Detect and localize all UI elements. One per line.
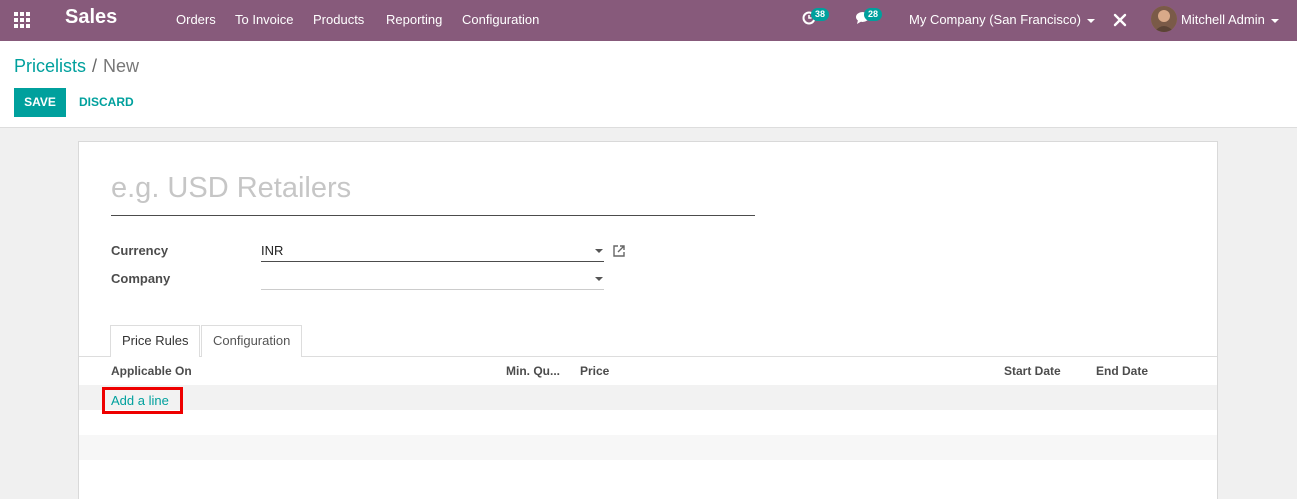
chevron-down-icon	[1086, 18, 1095, 23]
chevron-down-icon	[1270, 18, 1279, 23]
column-start-date[interactable]: Start Date	[1004, 364, 1061, 378]
add-line-highlight: Add a line	[102, 387, 183, 414]
add-a-line-link[interactable]: Add a line	[111, 393, 169, 408]
table-row	[79, 385, 1217, 410]
currency-label: Currency	[111, 243, 169, 258]
column-end-date[interactable]: End Date	[1096, 364, 1148, 378]
activity-button[interactable]: 38	[802, 8, 830, 28]
company-label: Company	[111, 271, 171, 286]
avatar	[1151, 6, 1177, 32]
name-placeholder: e.g. USD Retailers	[111, 172, 352, 204]
app-title[interactable]: Sales	[65, 6, 117, 29]
tab-price-rules[interactable]: Price Rules	[110, 325, 201, 358]
activity-badge: 38	[811, 8, 830, 21]
currency-field[interactable]: INR	[261, 240, 604, 262]
menu-reporting[interactable]: Reporting	[386, 12, 442, 27]
chevron-down-icon[interactable]	[595, 249, 603, 253]
debug-tools-icon[interactable]	[1112, 12, 1128, 28]
control-panel: Pricelists / New SAVE DISCARD	[0, 41, 1297, 128]
notebook-tabs: Price Rules Configuration	[79, 325, 1217, 358]
chevron-down-icon[interactable]	[595, 277, 603, 281]
user-name: Mitchell Admin	[1181, 12, 1279, 27]
apps-grid-icon[interactable]	[14, 12, 32, 28]
messages-badge: 28	[864, 8, 883, 21]
tab-configuration[interactable]: Configuration	[201, 325, 303, 357]
breadcrumb-current: New	[103, 56, 140, 76]
menu-orders[interactable]: Orders	[176, 12, 216, 27]
company-field[interactable]	[261, 268, 604, 290]
table-row	[79, 435, 1217, 460]
menu-to-invoice[interactable]: To Invoice	[235, 12, 294, 27]
discard-button[interactable]: DISCARD	[79, 88, 134, 117]
external-link-icon[interactable]	[612, 244, 626, 258]
pricelist-name-input[interactable]: e.g. USD Retailers	[111, 170, 755, 216]
company-switcher[interactable]: My Company (San Francisco)	[909, 12, 1095, 27]
form-sheet: e.g. USD Retailers Currency INR Company …	[78, 141, 1218, 499]
currency-value: INR	[261, 243, 284, 258]
table-row	[79, 410, 1217, 435]
company-name: My Company (San Francisco)	[909, 12, 1081, 27]
messages-button[interactable]: 28	[855, 8, 883, 28]
column-price[interactable]: Price	[580, 364, 609, 378]
column-applicable-on[interactable]: Applicable On	[111, 364, 192, 378]
breadcrumb-separator: /	[92, 56, 98, 76]
breadcrumb: Pricelists / New	[14, 56, 139, 77]
column-min-quantity[interactable]: Min. Qu...	[506, 364, 560, 378]
save-button[interactable]: SAVE	[14, 88, 66, 117]
menu-configuration[interactable]: Configuration	[462, 12, 539, 27]
top-navbar: Sales Orders To Invoice Products Reporti…	[0, 0, 1297, 41]
table-header: Applicable On Min. Qu... Price Start Dat…	[79, 357, 1217, 385]
menu-products[interactable]: Products	[313, 12, 364, 27]
breadcrumb-pricelists[interactable]: Pricelists	[14, 56, 86, 76]
